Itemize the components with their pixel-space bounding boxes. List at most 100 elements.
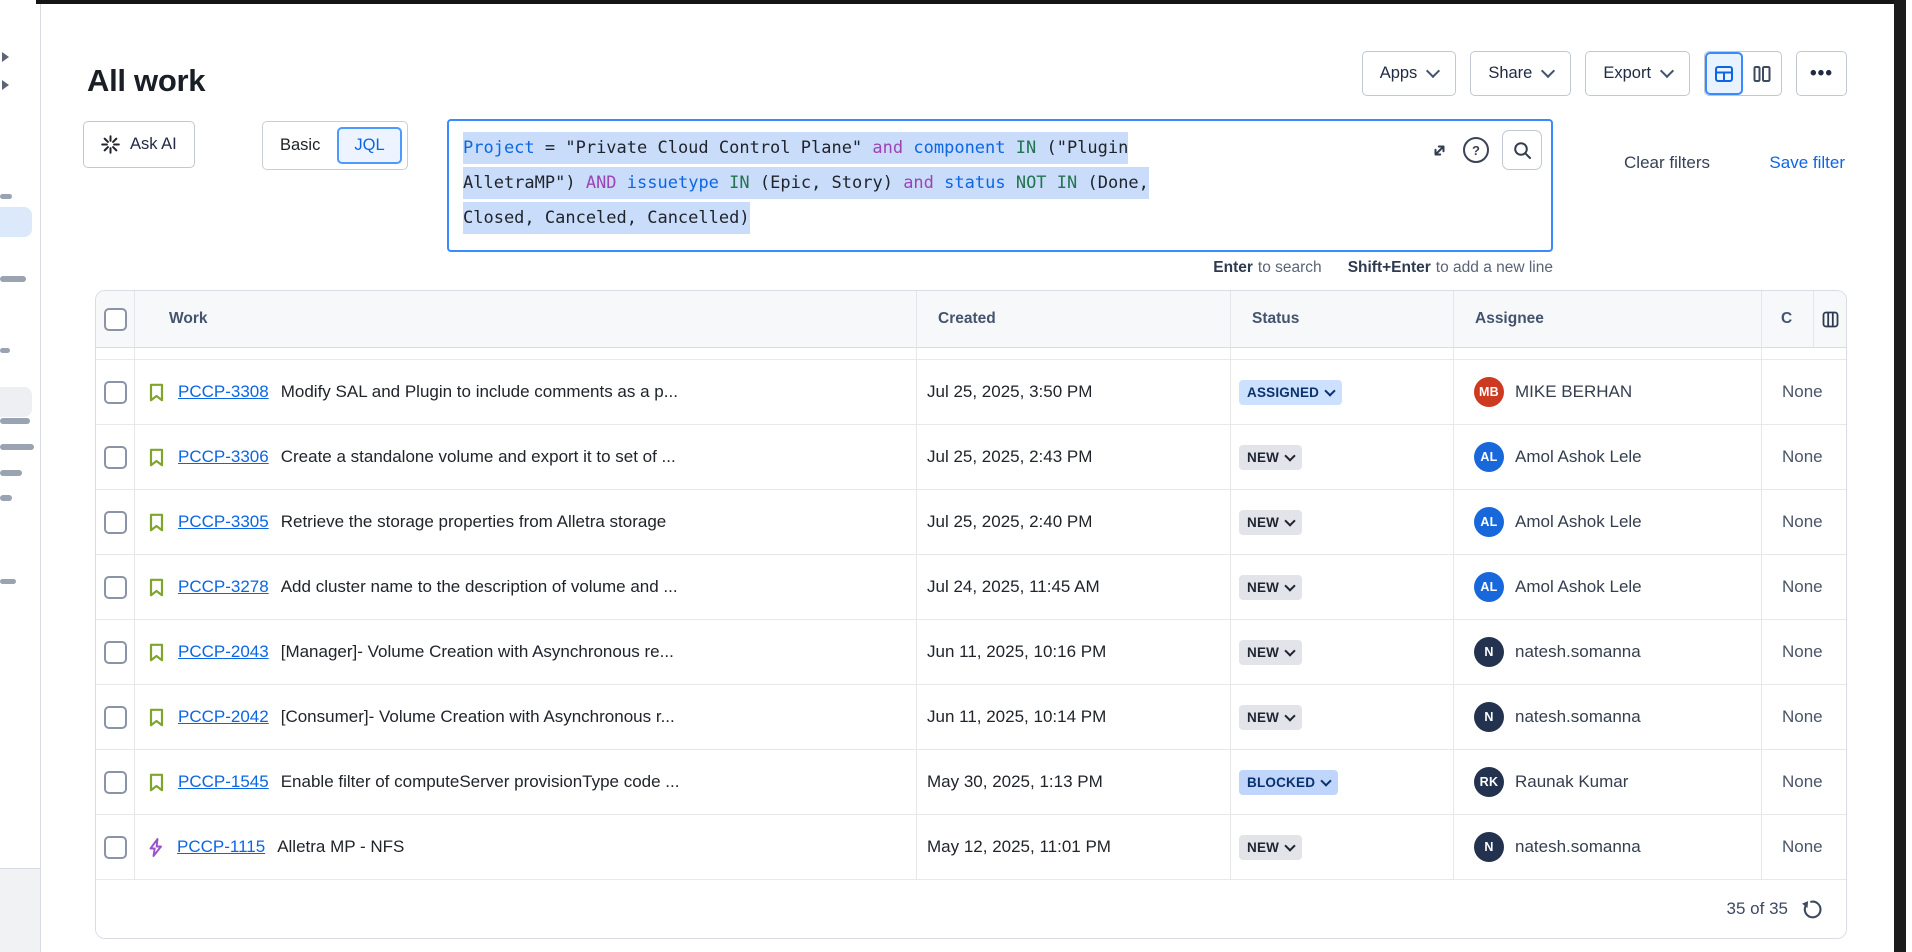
work-key-link[interactable]: PCCP-3278 — [178, 577, 269, 597]
column-header-status[interactable]: Status — [1230, 291, 1453, 347]
ellipsis-icon: ••• — [1810, 63, 1833, 85]
row-checkbox[interactable] — [104, 446, 127, 469]
work-cell: PCCP-2042[Consumer]- Volume Creation wit… — [134, 685, 916, 749]
row-checkbox-cell — [96, 620, 134, 684]
chevron-down-icon — [1320, 775, 1331, 786]
story-icon — [147, 512, 166, 533]
created-cell: Jun 11, 2025, 10:14 PM — [916, 685, 1230, 749]
row-checkbox-cell — [96, 360, 134, 424]
status-badge[interactable]: NEW — [1239, 835, 1302, 860]
row-checkbox[interactable] — [104, 771, 127, 794]
table-row: PCCP-3306Create a standalone volume and … — [96, 425, 1846, 490]
status-badge[interactable]: ASSIGNED — [1239, 380, 1342, 405]
row-checkbox[interactable] — [104, 511, 127, 534]
sidebar-chevron-icon — [2, 80, 9, 90]
sidebar-text-fragment — [0, 348, 10, 353]
c-column-cell: None — [1761, 360, 1846, 424]
table-row: PCCP-2042[Consumer]- Volume Creation wit… — [96, 685, 1846, 750]
share-button[interactable]: Share — [1470, 51, 1571, 96]
avatar: RK — [1474, 767, 1504, 797]
work-key-link[interactable]: PCCP-3306 — [178, 447, 269, 467]
export-button[interactable]: Export — [1585, 51, 1690, 96]
ask-ai-button[interactable]: Ask AI — [83, 121, 195, 168]
avatar: AL — [1474, 507, 1504, 537]
view-toggle — [1704, 51, 1782, 96]
column-header-created[interactable]: Created — [916, 291, 1230, 347]
assignee-name: Raunak Kumar — [1515, 772, 1628, 792]
created-cell: May 30, 2025, 1:13 PM — [916, 750, 1230, 814]
more-actions-button[interactable]: ••• — [1796, 51, 1847, 96]
jql-selected-text: AlletraMP") AND issuetype IN (Epic, Stor… — [463, 167, 1149, 199]
status-cell: NEW — [1230, 555, 1453, 619]
c-value: None — [1782, 837, 1823, 857]
help-icon[interactable]: ? — [1463, 137, 1489, 163]
partial-row — [96, 348, 1846, 360]
refresh-icon — [1801, 898, 1824, 921]
work-summary: Modify SAL and Plugin to include comment… — [281, 382, 678, 402]
work-key-link[interactable]: PCCP-1545 — [178, 772, 269, 792]
share-button-label: Share — [1488, 64, 1532, 83]
select-all-checkbox[interactable] — [104, 308, 127, 331]
row-checkbox[interactable] — [104, 641, 127, 664]
status-badge[interactable]: NEW — [1239, 705, 1302, 730]
window-right-border — [1894, 0, 1906, 952]
table-row: PCCP-3278Add cluster name to the descrip… — [96, 555, 1846, 620]
work-key-link[interactable]: PCCP-2043 — [178, 642, 269, 662]
expand-icon[interactable] — [1429, 140, 1450, 161]
search-button[interactable] — [1502, 130, 1542, 170]
jql-editor-actions: ? — [1429, 130, 1542, 170]
list-view-button[interactable] — [1705, 52, 1743, 95]
hint-shift-key: Shift+Enter — [1348, 259, 1431, 276]
search-mode-toggle: Basic JQL — [262, 121, 408, 170]
status-cell: NEW — [1230, 620, 1453, 684]
work-cell: PCCP-1115Alletra MP - NFS — [134, 815, 916, 879]
configure-columns-button[interactable] — [1813, 291, 1846, 347]
epic-icon — [147, 837, 165, 858]
sidebar-text-fragment — [0, 444, 34, 450]
basic-mode-button[interactable]: Basic — [263, 136, 337, 155]
row-checkbox-cell — [96, 815, 134, 879]
status-cell: NEW — [1230, 490, 1453, 554]
clear-filters-link[interactable]: Clear filters — [1624, 153, 1710, 173]
detail-view-button[interactable] — [1743, 52, 1781, 95]
table-body: PCCP-3308 Modify SAL and Plugin to includ… — [96, 360, 1846, 880]
window-top-border — [36, 0, 1894, 4]
status-badge[interactable]: NEW — [1239, 445, 1302, 470]
jql-editor[interactable]: Project = "Private Cloud Control Plane" … — [447, 119, 1553, 252]
refresh-button[interactable] — [1801, 898, 1824, 921]
assignee-cell: Nnatesh.somanna — [1453, 620, 1761, 684]
c-column-cell: None — [1761, 555, 1846, 619]
avatar: AL — [1474, 442, 1504, 472]
save-filter-link[interactable]: Save filter — [1769, 153, 1845, 173]
work-key-link[interactable]: PCCP-3308 — [178, 382, 269, 402]
status-badge[interactable]: NEW — [1239, 510, 1302, 535]
work-key-link[interactable]: PCCP-1115 — [177, 837, 265, 857]
status-badge[interactable]: NEW — [1239, 575, 1302, 600]
jql-mode-button[interactable]: JQL — [337, 127, 401, 164]
story-icon — [147, 577, 166, 598]
column-header-work[interactable]: Work — [134, 291, 916, 347]
status-badge[interactable]: BLOCKED — [1239, 770, 1338, 795]
column-header-c[interactable]: C — [1761, 291, 1813, 347]
status-badge[interactable]: NEW — [1239, 640, 1302, 665]
chevron-down-icon — [1284, 840, 1295, 851]
assignee-name: Amol Ashok Lele — [1515, 577, 1642, 597]
column-header-assignee[interactable]: Assignee — [1453, 291, 1761, 347]
work-key-link[interactable]: PCCP-3305 — [178, 512, 269, 532]
apps-button[interactable]: Apps — [1362, 51, 1457, 96]
jql-query-text[interactable]: Project = "Private Cloud Control Plane" … — [463, 131, 1537, 236]
row-checkbox[interactable] — [104, 576, 127, 599]
row-checkbox[interactable] — [104, 381, 127, 404]
c-value: None — [1782, 447, 1823, 467]
sidebar-text-fragment — [0, 470, 22, 476]
story-icon — [147, 707, 166, 728]
work-cell: PCCP-3308 Modify SAL and Plugin to includ… — [134, 360, 916, 424]
row-checkbox[interactable] — [104, 836, 127, 859]
sparkle-icon — [101, 135, 120, 154]
assignee-name: natesh.somanna — [1515, 837, 1641, 857]
work-key-link[interactable]: PCCP-2042 — [178, 707, 269, 727]
work-cell: PCCP-3306Create a standalone volume and … — [134, 425, 916, 489]
sidebar-text-fragment — [0, 194, 12, 199]
row-checkbox[interactable] — [104, 706, 127, 729]
hint-enter-text: to search — [1258, 259, 1322, 276]
